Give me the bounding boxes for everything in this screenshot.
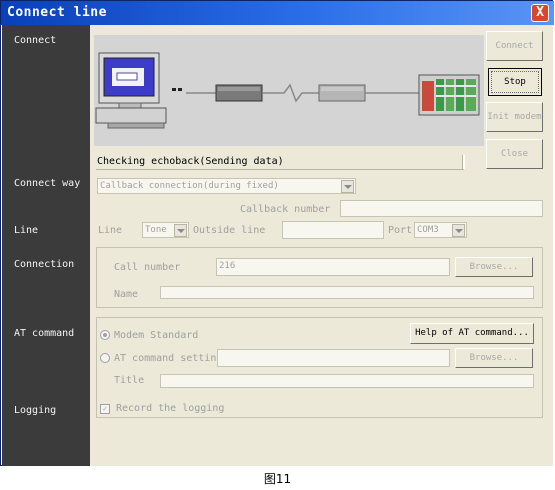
- call-number-input[interactable]: 216: [216, 258, 450, 276]
- at-command-setting-radio[interactable]: [100, 353, 110, 363]
- outside-line-label: Outside line: [193, 225, 266, 236]
- modem-standard-label: Modem Standard: [114, 330, 199, 341]
- line-type-select[interactable]: Tone: [142, 222, 189, 238]
- status-text: Checking echoback(Sending data): [97, 156, 284, 167]
- browse-call-button[interactable]: Browse...: [455, 257, 533, 277]
- title-input[interactable]: [160, 374, 534, 388]
- sidebar-label-connect-way: Connect way: [14, 178, 81, 189]
- main-panel: Checking echoback(Sending data) Connect …: [90, 25, 553, 466]
- stop-button[interactable]: Stop: [488, 68, 542, 96]
- modem-standard-radio[interactable]: [100, 330, 110, 340]
- close-button[interactable]: Close: [486, 139, 543, 169]
- plc-icon: [418, 74, 480, 116]
- close-icon[interactable]: X: [531, 4, 549, 22]
- chevron-down-icon: [174, 224, 187, 237]
- connect-way-value: Callback connection(during fixed): [100, 181, 279, 191]
- line-type-value: Tone: [145, 225, 167, 235]
- browse-at-button[interactable]: Browse...: [455, 348, 533, 368]
- port-select[interactable]: COM3: [414, 222, 467, 238]
- connect-line-window: Connect line X Connect Connect way Line …: [0, 0, 554, 466]
- figure-caption: 图11: [263, 472, 292, 486]
- outside-line-input[interactable]: [282, 221, 384, 239]
- sidebar-label-line: Line: [14, 225, 39, 236]
- status-divider-end: [462, 155, 465, 169]
- connect-button[interactable]: Connect: [486, 31, 543, 61]
- help-at-command-button[interactable]: Help of AT command...: [410, 323, 534, 344]
- callback-number-input[interactable]: [340, 200, 543, 217]
- sidebar-label-at-command: AT command: [14, 328, 75, 339]
- record-logging-label: Record the logging: [116, 403, 225, 414]
- sidebar-label-connect: Connect: [14, 35, 57, 46]
- window-title: Connect line: [7, 5, 107, 20]
- connection-diagram: [94, 35, 484, 146]
- line-label: Line: [98, 225, 123, 236]
- port-label: Port: [388, 225, 413, 236]
- port-value: COM3: [417, 225, 439, 235]
- sidebar: Connect Connect way Line Connection AT c…: [2, 25, 90, 466]
- status-divider: [96, 169, 464, 170]
- title-label: Title: [114, 375, 145, 386]
- name-label: Name: [114, 289, 139, 300]
- chevron-down-icon: [452, 224, 465, 237]
- connect-way-select[interactable]: Callback connection(during fixed): [97, 178, 356, 194]
- callback-number-label: Callback number: [240, 204, 331, 215]
- init-modem-button[interactable]: Init modem: [486, 102, 543, 132]
- chevron-down-icon: [341, 180, 354, 193]
- record-logging-checkbox[interactable]: ✓: [100, 404, 110, 414]
- call-number-label: Call number: [114, 262, 181, 273]
- title-bar: Connect line X: [1, 1, 554, 25]
- at-command-setting-label: AT command setting: [114, 353, 223, 364]
- name-input[interactable]: [160, 286, 534, 299]
- modem-icon: [318, 84, 366, 102]
- sidebar-label-logging: Logging: [14, 405, 57, 416]
- at-command-setting-input[interactable]: [217, 349, 450, 367]
- sidebar-label-connection: Connection: [14, 259, 75, 270]
- modem-icon: [215, 84, 263, 102]
